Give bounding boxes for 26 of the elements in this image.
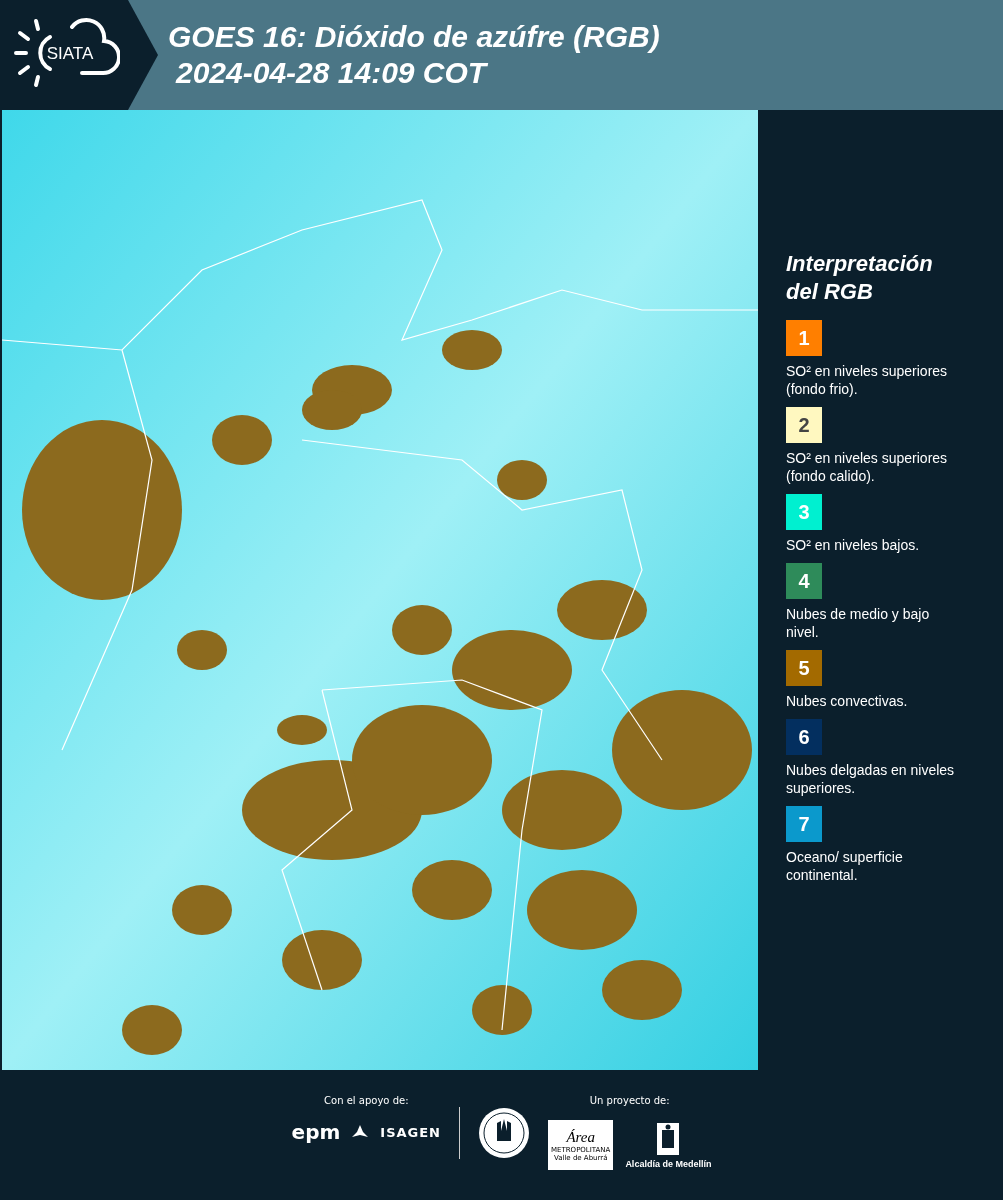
legend-swatch: 3: [786, 494, 822, 530]
alcaldia-logo-text: Alcaldía de Medellín: [625, 1158, 712, 1169]
siata-logo: SIATA: [14, 15, 120, 95]
legend-swatch: 6: [786, 719, 822, 755]
legend-description: Oceano/ superficie continental.: [786, 848, 904, 884]
legend-description: SO² en niveles bajos.: [786, 536, 921, 554]
legend-description: Nubes delgadas en niveles superiores.: [786, 761, 956, 797]
isagen-logo: ISAGEN: [380, 1124, 441, 1140]
legend-description: Nubes convectivas.: [786, 692, 909, 710]
legend-swatch: 7: [786, 806, 822, 842]
coat-of-arms-icon: [656, 1121, 681, 1156]
map-title: GOES 16: Dióxido de azúfre (RGB): [168, 19, 660, 55]
map-timestamp: 2024-04-28 14:09 COT: [174, 55, 489, 91]
legend-description: Nubes de medio y bajo nivel.: [786, 605, 931, 641]
seal-icon: [478, 1107, 530, 1159]
legend-swatch: 5: [786, 650, 822, 686]
legend-swatch: 4: [786, 563, 822, 599]
legend-title: Interpretación del RGB: [786, 250, 934, 306]
isagen-emblem-icon: [352, 1125, 369, 1139]
legend-description: SO² en niveles superiores (fondo calido).: [786, 449, 949, 485]
legend-swatch: 1: [786, 320, 822, 356]
support-label: Con el apoyo de:: [324, 1095, 409, 1106]
legend-description: SO² en niveles superiores (fondo frio).: [786, 362, 949, 398]
project-label: Un proyecto de:: [589, 1095, 670, 1106]
epm-logo: epm: [291, 1120, 341, 1144]
legend-swatch: 2: [786, 407, 822, 443]
